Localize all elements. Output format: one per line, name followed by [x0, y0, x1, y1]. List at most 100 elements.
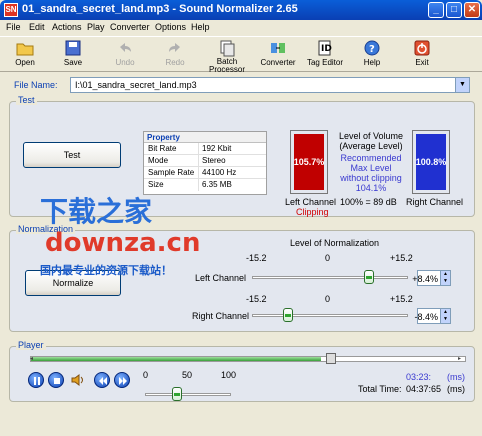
tag-editor-label: Tag Editor — [306, 58, 344, 67]
total-time-label: Total Time: — [358, 384, 402, 394]
file-name-label: File Name: — [14, 80, 58, 90]
open-label: Open — [15, 58, 35, 67]
right-normalization-spinner[interactable]: -8.4% ▲ ▼ — [414, 308, 451, 324]
total-time-value: 04:37:65 — [406, 384, 442, 394]
recommended-level: Recommended Max Level without clipping 1… — [340, 153, 402, 193]
position-end-arrow-icon[interactable]: ▸ — [458, 355, 466, 363]
scale-min-label: -15.2 — [246, 253, 267, 263]
right-normalization-value: -8.4% — [414, 312, 438, 322]
current-time-unit: (ms) — [447, 372, 465, 382]
left-normalization-thumb[interactable] — [364, 270, 374, 284]
undo-button[interactable]: Undo — [110, 39, 140, 67]
normalize-button[interactable]: Normalize — [25, 270, 121, 296]
chevron-down-icon[interactable]: ▼ — [455, 78, 469, 92]
table-row: Mode Stereo — [144, 155, 266, 167]
help-label: Help — [363, 58, 381, 67]
converter-icon — [271, 43, 285, 53]
converter-button[interactable]: Converter — [258, 39, 298, 67]
volume-mid-label: 50 — [182, 370, 193, 380]
title-bar: SN 01_sandra_secret_land.mp3 - Sound Nor… — [0, 0, 482, 20]
property-table: Property Bit Rate 192 Kbit Mode Stereo Sam… — [143, 131, 267, 195]
right-normalization-track[interactable] — [252, 314, 408, 317]
menu-help[interactable]: Help — [191, 22, 210, 32]
redo-label: Redo — [165, 58, 185, 67]
fast-forward-icon — [119, 377, 127, 385]
menu-file[interactable]: File — [6, 22, 21, 32]
save-button[interactable]: Save — [58, 39, 88, 67]
app-icon: SN — [4, 3, 18, 17]
previous-button[interactable] — [94, 372, 110, 388]
left-normalization-value: +8.4% — [412, 274, 438, 284]
scale-mid-label: 0 — [325, 253, 331, 263]
table-row: Sample Rate 44100 Hz — [144, 167, 266, 179]
toolbar: Open Save Undo Redo Batch Processor Conv… — [0, 36, 482, 74]
file-name-combobox[interactable]: I:\01_sandra_secret_land.mp3 ▼ — [70, 77, 470, 93]
help-icon: ? — [364, 40, 380, 56]
undo-label: Undo — [115, 58, 135, 67]
total-time-unit: (ms) — [447, 384, 465, 394]
spinner-arrows-icon[interactable]: ▲ ▼ — [440, 309, 450, 323]
undo-icon — [120, 43, 131, 52]
svg-text:ID: ID — [321, 44, 332, 54]
maximize-button[interactable]: □ — [446, 2, 462, 18]
position-start-arrow-icon[interactable]: ◂ — [30, 355, 38, 363]
right-channel-norm-label: Right Channel — [192, 311, 250, 321]
clipping-status: Clipping — [296, 207, 329, 217]
converter-label: Converter — [260, 58, 296, 67]
position-track[interactable] — [30, 356, 466, 362]
exit-button[interactable]: Exit — [410, 39, 434, 67]
scale-max-label: +15.2 — [390, 253, 413, 263]
right-meter-value: 100.8% — [415, 157, 447, 167]
open-button[interactable]: Open — [10, 39, 40, 67]
player-panel-title: Player — [16, 340, 46, 350]
exit-label: Exit — [415, 58, 429, 67]
save-icon — [65, 40, 81, 56]
left-channel-meter: 105.7% — [290, 130, 328, 194]
test-panel-title: Test — [16, 95, 37, 105]
batch-icon — [220, 40, 235, 57]
left-normalization-track[interactable] — [252, 276, 408, 279]
current-time: 03:23: — [406, 372, 432, 382]
batch-processor-button[interactable]: Batch Processor — [208, 39, 246, 74]
test-button[interactable]: Test — [23, 142, 121, 168]
right-channel-label: Right Channel — [406, 197, 464, 207]
speaker-icon — [71, 374, 83, 386]
normalization-level-title: Level of Normalization — [290, 238, 380, 248]
left-channel-label: Left Channel — [285, 197, 337, 207]
stop-icon — [54, 378, 60, 384]
menu-options[interactable]: Options — [155, 22, 186, 32]
position-thumb[interactable] — [326, 353, 336, 364]
stop-button[interactable] — [48, 372, 64, 388]
left-normalization-spinner[interactable]: +8.4% ▲ ▼ — [412, 270, 451, 286]
save-label: Save — [63, 58, 83, 67]
help-button[interactable]: ? Help — [360, 39, 384, 67]
menu-play[interactable]: Play — [87, 22, 105, 32]
table-row: Size 6.35 MB — [148, 179, 232, 191]
spinner-arrows-icon[interactable]: ▲ ▼ — [440, 271, 450, 285]
rewind-icon — [99, 377, 107, 385]
left-channel-norm-label: Left Channel — [195, 273, 247, 283]
right-channel-meter: 100.8% — [412, 130, 450, 194]
menu-bar: File Edit Actions Play Converter Options… — [0, 20, 482, 36]
tag-editor-icon: ID — [318, 40, 332, 56]
next-button[interactable] — [114, 372, 130, 388]
pause-icon — [34, 377, 40, 385]
pause-button[interactable] — [28, 372, 44, 388]
file-name-value: I:\01_sandra_secret_land.mp3 — [75, 80, 197, 90]
scale-max-label-2: +15.2 — [390, 294, 413, 304]
right-normalization-thumb[interactable] — [283, 308, 293, 322]
speaker-button[interactable] — [70, 372, 86, 388]
menu-converter[interactable]: Converter — [110, 22, 150, 32]
batch-label: Batch Processor — [208, 57, 245, 74]
menu-actions[interactable]: Actions — [52, 22, 82, 32]
redo-button[interactable]: Redo — [160, 39, 190, 67]
volume-max-label: 100 — [221, 370, 237, 380]
tag-editor-button[interactable]: ID Tag Editor — [305, 39, 345, 67]
volume-thumb[interactable] — [172, 387, 182, 401]
close-button[interactable]: ✕ — [464, 2, 480, 18]
svg-text:?: ? — [369, 44, 375, 55]
minimize-button[interactable]: _ — [428, 2, 444, 18]
menu-edit[interactable]: Edit — [29, 22, 45, 32]
position-progress — [31, 357, 321, 361]
volume-track[interactable] — [145, 393, 231, 396]
